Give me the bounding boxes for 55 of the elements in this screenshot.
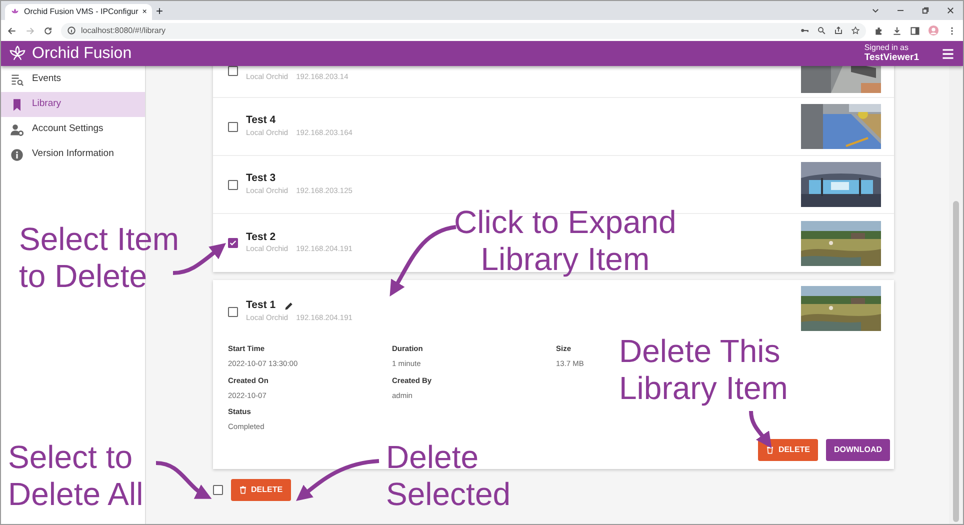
url-text: localhost:8080/#!/library	[81, 24, 166, 36]
key-icon[interactable]	[800, 26, 809, 35]
menu-icon[interactable]	[941, 46, 955, 60]
checkbox[interactable]	[213, 484, 223, 494]
annotation-arrow	[749, 410, 772, 448]
checkbox[interactable]	[228, 238, 238, 248]
share-icon[interactable]	[834, 26, 843, 35]
orchid-logo-icon	[9, 45, 26, 62]
annotation-text: Delete This Library Item	[619, 333, 788, 407]
browser-tab-title[interactable]: Orchid Fusion VMS - IPConfigur	[24, 6, 138, 18]
signed-in-label: Signed in as	[864, 44, 910, 53]
annotation-arrow	[156, 461, 212, 500]
annotation-text: Click to Expand Library Item	[454, 204, 676, 278]
item-title[interactable]: Test 1	[246, 300, 276, 312]
extensions-icon[interactable]	[874, 26, 884, 36]
checkbox[interactable]	[228, 306, 238, 317]
download-button[interactable]: DOWNLOAD	[826, 438, 890, 460]
trash-icon	[766, 446, 774, 454]
account-settings-icon	[10, 122, 24, 136]
checkbox[interactable]	[228, 122, 238, 132]
restore-icon[interactable]	[921, 6, 930, 15]
item-title[interactable]: Test 3	[246, 173, 276, 185]
checkbox[interactable]	[228, 180, 238, 190]
close-icon[interactable]	[946, 6, 955, 15]
download-icon[interactable]	[892, 26, 902, 36]
info-icon	[10, 148, 24, 162]
app-title: Orchid Fusion	[32, 44, 132, 64]
zoom-icon[interactable]	[817, 26, 826, 35]
caret-icon[interactable]	[871, 6, 880, 15]
events-icon	[10, 72, 24, 86]
star-icon[interactable]	[851, 26, 860, 35]
sidebar-item[interactable]: Events	[1, 67, 145, 92]
tab-close-button[interactable]: ×	[142, 6, 147, 18]
annotation-text: Delete Selected	[386, 439, 511, 513]
annotation-arrow	[390, 225, 456, 297]
sidepanel-icon[interactable]	[910, 26, 920, 36]
address-bar[interactable]: localhost:8080/#!/library	[61, 22, 866, 38]
user-name: TestViewer1	[864, 52, 919, 64]
annotation-text: Select to Delete All	[8, 439, 144, 513]
scrollbar[interactable]	[949, 66, 963, 524]
reload-icon[interactable]	[43, 26, 53, 36]
trash-icon	[239, 486, 247, 494]
back-icon[interactable]	[7, 26, 17, 36]
info-icon	[67, 26, 76, 35]
sidebar-item[interactable]: Library	[1, 92, 145, 117]
item-title[interactable]: Test 2	[246, 232, 276, 244]
delete-button[interactable]: DELETE	[758, 438, 818, 460]
pencil-icon[interactable]	[284, 301, 294, 311]
item-title[interactable]: Test 4	[246, 115, 276, 127]
sidebar-item[interactable]: Version Information	[1, 142, 145, 167]
new-tab-button[interactable]: +	[156, 2, 163, 20]
annotation-text: Select Item to Delete	[19, 221, 180, 295]
delete-selected-button[interactable]: DELETE	[231, 478, 291, 500]
sidebar-item[interactable]: Account Settings	[1, 117, 145, 142]
checkbox[interactable]	[228, 66, 238, 76]
